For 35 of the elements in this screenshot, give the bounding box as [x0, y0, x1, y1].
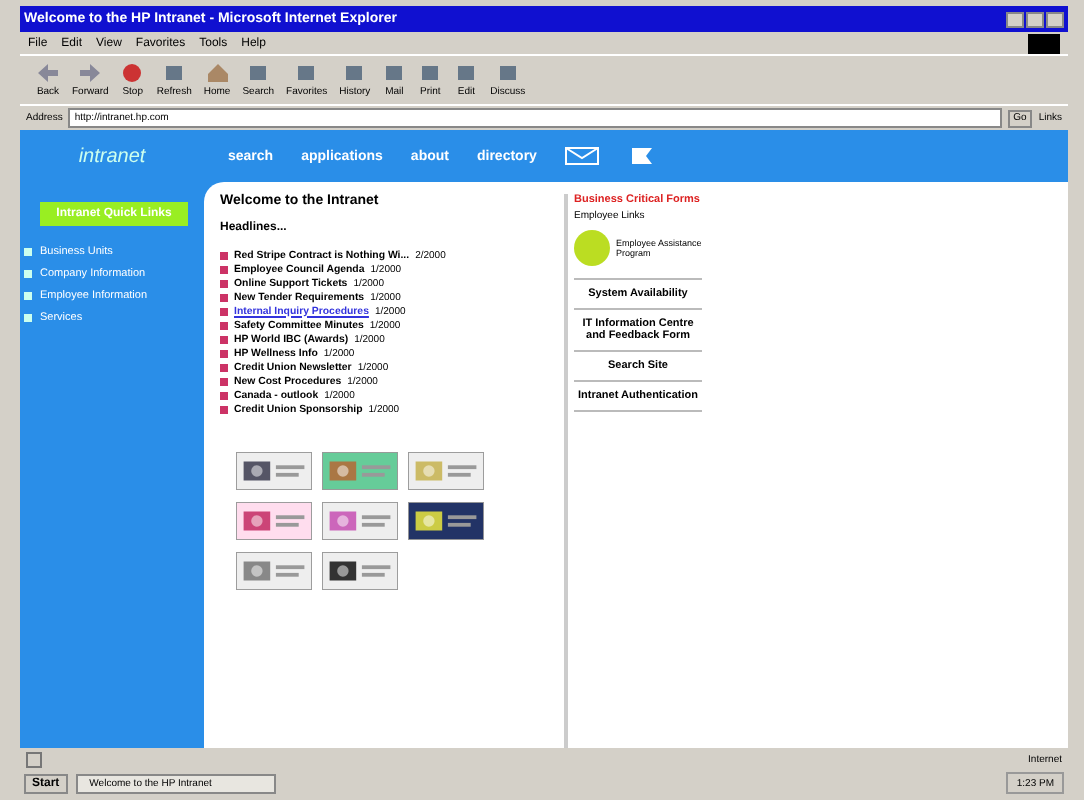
toolbar-icon [495, 62, 520, 84]
minimize-button[interactable] [1006, 11, 1024, 27]
bullet-icon [24, 248, 32, 256]
toolbar-icon [454, 62, 479, 84]
mail-icon[interactable] [564, 146, 601, 166]
circle-logo-icon [574, 230, 610, 266]
back-arrow-icon [36, 62, 60, 84]
bullet-icon [220, 265, 228, 273]
bullet-icon [220, 307, 228, 315]
close-button[interactable] [1046, 11, 1064, 27]
forward-arrow-icon [78, 62, 103, 84]
bullet-icon [220, 279, 228, 287]
bullet-icon [220, 251, 228, 259]
bullet-icon [220, 321, 228, 329]
bullet-icon [24, 270, 32, 278]
bullet-icon [220, 349, 228, 357]
bullet-icon [220, 335, 228, 343]
bullet-icon [220, 363, 228, 371]
bullet-icon [220, 405, 228, 413]
toolbar-icon [294, 62, 319, 84]
toolbar-icon [342, 62, 367, 84]
bullet-icon [220, 293, 228, 301]
toolbar-icon [120, 62, 145, 84]
bullet-icon [220, 377, 228, 385]
toolbar-icon [246, 62, 271, 84]
maximize-button[interactable] [1026, 11, 1044, 27]
flag-icon[interactable] [628, 146, 657, 166]
toolbar-icon [382, 62, 407, 84]
bullet-icon [24, 314, 32, 322]
bullet-icon [24, 292, 32, 300]
toolbar-icon [162, 62, 187, 84]
bullet-icon [220, 391, 228, 399]
toolbar-icon [418, 62, 443, 84]
toolbar-icon [205, 62, 230, 84]
page-icon [26, 751, 42, 767]
